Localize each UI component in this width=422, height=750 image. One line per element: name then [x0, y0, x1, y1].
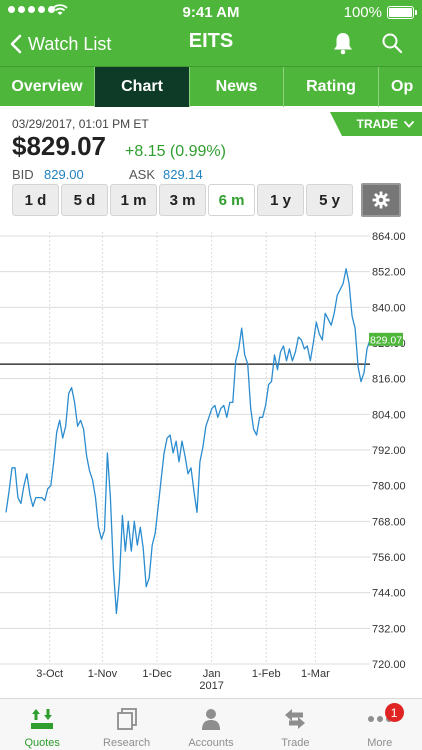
range-5d-button[interactable]: 5 d: [61, 184, 108, 216]
y-tick-label: 792.00: [372, 445, 406, 457]
tab-news[interactable]: News: [190, 67, 284, 107]
x-tick-label: 1-Nov: [88, 668, 118, 680]
notification-badge: 1: [384, 703, 404, 722]
range-1d-button[interactable]: 1 d: [12, 184, 59, 216]
tab-label: Overview: [11, 78, 83, 95]
tab-label: News: [215, 78, 258, 95]
y-tick-label: 840.00: [372, 302, 406, 314]
range-5y-button[interactable]: 5 y: [306, 184, 353, 216]
tab-label: Rating: [306, 78, 356, 95]
section-tabs: Overview Chart News Rating Op: [0, 66, 422, 107]
ask-value: 829.14: [163, 167, 203, 182]
y-tick-label: 804.00: [372, 409, 406, 421]
trade-icon: [285, 709, 306, 729]
tab-label: Op: [391, 78, 414, 95]
tab-label: Chart: [121, 78, 163, 95]
tab-chart[interactable]: Chart: [95, 67, 190, 107]
x-tick-label: 1-Dec: [142, 668, 172, 680]
back-button[interactable]: Watch List: [10, 30, 111, 58]
y-tick-label: 756.00: [372, 552, 406, 564]
y-tick-label: 780.00: [372, 481, 406, 493]
last-price: $829.07: [12, 131, 106, 161]
y-tick-label: 768.00: [372, 516, 406, 528]
bottom-tab-label: More: [367, 737, 393, 749]
research-icon: [116, 708, 137, 730]
accounts-icon: [201, 709, 220, 730]
bottom-tab-trade[interactable]: Trade: [253, 699, 337, 750]
chart-settings-button[interactable]: [361, 183, 401, 217]
bottom-tab-accounts[interactable]: Accounts: [169, 699, 253, 750]
gear-icon: [372, 191, 390, 209]
trade-label: TRADE: [356, 117, 398, 131]
app-header: 9:41 AM 100% Watch List EITS: [0, 0, 422, 66]
y-tick-label: 732.00: [372, 623, 406, 635]
bottom-tab-quotes[interactable]: Quotes: [0, 699, 84, 750]
y-tick-label: 744.00: [372, 588, 406, 600]
bottom-tab-label: Research: [103, 737, 151, 749]
bottom-tab-more[interactable]: 1 More: [338, 699, 422, 750]
range-3m-button[interactable]: 3 m: [159, 184, 206, 216]
bid-label: BID: [12, 167, 34, 182]
status-bar: 9:41 AM 100%: [0, 0, 422, 26]
bottom-tab-bar: Quotes Research Accounts Trade 1 More: [0, 698, 422, 750]
x-tick-sublabel: 2017: [199, 680, 223, 692]
ask-label: ASK: [129, 167, 156, 182]
x-tick-label: 3-Oct: [36, 668, 63, 680]
tab-rating[interactable]: Rating: [284, 67, 379, 107]
tab-options[interactable]: Op: [379, 67, 422, 107]
quotes-icon: [31, 709, 54, 729]
bottom-tab-label: Trade: [281, 737, 310, 749]
chevron-left-icon: [10, 34, 22, 54]
chevron-down-icon: [404, 120, 414, 128]
last-price-label: 829.07: [370, 334, 402, 346]
bid-value: 829.00: [44, 167, 84, 182]
bottom-tab-label: Quotes: [24, 737, 60, 749]
battery-percent: 100%: [343, 4, 382, 21]
x-tick-label: Jan: [203, 668, 221, 680]
quote-timestamp: 03/29/2017, 01:01 PM ET: [12, 117, 149, 131]
y-tick-label: 720.00: [372, 659, 406, 671]
price-chart[interactable]: 864.00852.00840.00828.00816.00804.00792.…: [0, 224, 422, 698]
x-tick-label: 1-Mar: [301, 668, 330, 680]
price-change: +8.15 (0.99%): [125, 143, 226, 160]
tab-overview[interactable]: Overview: [0, 67, 95, 107]
battery-icon: [387, 6, 417, 19]
trade-dropdown-button[interactable]: TRADE: [330, 112, 422, 136]
range-6m-button[interactable]: 6 m: [208, 184, 255, 216]
bottom-tab-label: Accounts: [188, 737, 234, 749]
search-icon[interactable]: [381, 32, 403, 54]
alert-bell-icon[interactable]: [332, 31, 354, 55]
range-1m-button[interactable]: 1 m: [110, 184, 157, 216]
bottom-tab-research[interactable]: Research: [84, 699, 168, 750]
x-tick-label: 1-Feb: [252, 668, 281, 680]
y-tick-label: 852.00: [372, 267, 406, 279]
time-range-selector: 1 d 5 d 1 m 3 m 6 m 1 y 5 y: [12, 184, 353, 216]
back-label: Watch List: [28, 33, 112, 54]
y-tick-label: 816.00: [372, 374, 406, 386]
y-tick-label: 864.00: [372, 231, 406, 243]
range-1y-button[interactable]: 1 y: [257, 184, 304, 216]
